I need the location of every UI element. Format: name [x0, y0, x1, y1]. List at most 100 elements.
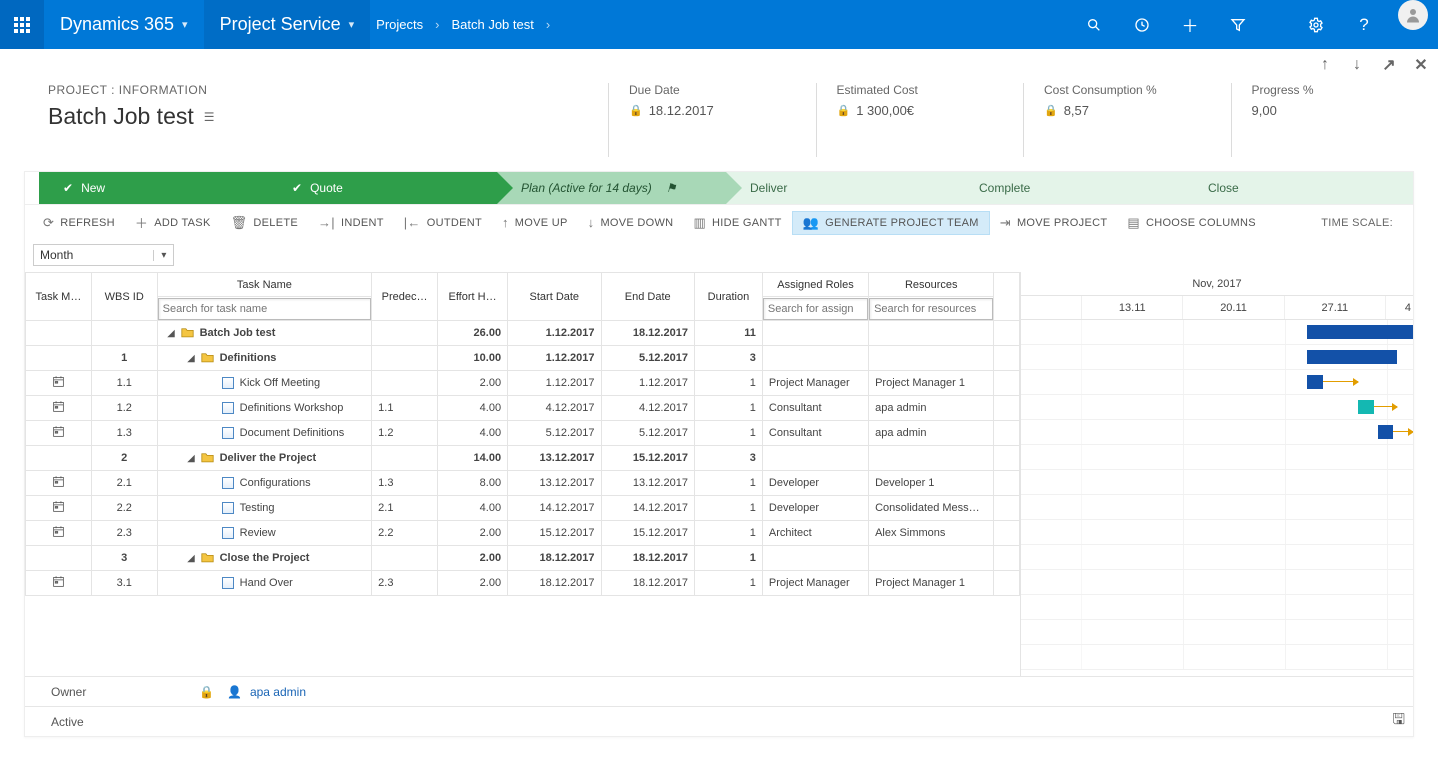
table-row[interactable]: 1.1Kick Off Meeting2.001.12.20171.12.201… [26, 371, 1020, 396]
table-row[interactable]: 1.2Definitions Workshop1.14.004.12.20174… [26, 396, 1020, 421]
cell-name[interactable]: ◢Deliver the Project [157, 446, 372, 471]
cell-name[interactable]: Testing [157, 496, 372, 521]
cell-name[interactable]: Kick Off Meeting [157, 371, 372, 396]
cell-roles[interactable] [762, 546, 868, 571]
refresh-button[interactable]: ⟳REFRESH [33, 211, 125, 235]
gantt-bar[interactable] [1358, 400, 1374, 414]
move-up-button[interactable]: ↑MOVE UP [492, 211, 578, 234]
col-resources[interactable]: Resources [869, 273, 994, 297]
cell-pred[interactable]: 1.1 [372, 396, 438, 421]
cell-resources[interactable]: Developer 1 [869, 471, 994, 496]
col-task-mode[interactable]: Task M… [26, 273, 92, 321]
collapse-icon[interactable]: ◢ [168, 328, 175, 339]
move-down-button[interactable]: ↓MOVE DOWN [578, 211, 684, 234]
cell-name[interactable]: Review [157, 521, 372, 546]
table-row[interactable]: 2.2Testing2.14.0014.12.201714.12.20171De… [26, 496, 1020, 521]
cell-start[interactable]: 1.12.2017 [508, 346, 601, 371]
cell-duration[interactable]: 1 [694, 571, 762, 596]
move-project-button[interactable]: ⇥MOVE PROJECT [990, 211, 1118, 235]
stage-plan[interactable]: Plan (Active for 14 days)⚑ [497, 172, 726, 204]
table-row[interactable]: 2.1Configurations1.38.0013.12.201713.12.… [26, 471, 1020, 496]
cell-pred[interactable]: 1.2 [372, 421, 438, 446]
cell-roles[interactable]: Architect [762, 521, 868, 546]
user-avatar[interactable] [1398, 0, 1428, 30]
search-task-name[interactable] [158, 298, 372, 320]
search-resources[interactable] [869, 298, 993, 320]
col-predecessors[interactable]: Predec… [372, 273, 438, 321]
hide-gantt-button[interactable]: ▥HIDE GANTT [683, 211, 791, 235]
cell-name[interactable]: ◢Definitions [157, 346, 372, 371]
cell-duration[interactable]: 3 [694, 446, 762, 471]
cell-effort[interactable]: 26.00 [438, 321, 508, 346]
cell-name[interactable]: ◢Close the Project [157, 546, 372, 571]
indent-button[interactable]: →|INDENT [308, 211, 394, 234]
collapse-icon[interactable]: ◢ [188, 453, 195, 464]
cell-roles[interactable]: Developer [762, 496, 868, 521]
cell-resources[interactable]: Alex Simmons [869, 521, 994, 546]
cell-pred[interactable]: 2.3 [372, 571, 438, 596]
gantt-bar[interactable] [1307, 325, 1413, 339]
filter-icon[interactable] [1214, 0, 1262, 49]
help-icon[interactable]: ? [1340, 0, 1388, 49]
cell-end[interactable]: 18.12.2017 [601, 321, 694, 346]
cell-duration[interactable]: 1 [694, 371, 762, 396]
stage-deliver[interactable]: Deliver [726, 172, 955, 204]
cell-resources[interactable]: Consolidated Mess… [869, 496, 994, 521]
cell-roles[interactable] [762, 346, 868, 371]
stage-close[interactable]: Close [1184, 172, 1413, 204]
add-task-button[interactable]: ＋ADD TASK [125, 209, 221, 236]
gantt-bar[interactable] [1378, 425, 1394, 439]
cell-effort[interactable]: 2.00 [438, 371, 508, 396]
table-row[interactable]: 1.3Document Definitions1.24.005.12.20175… [26, 421, 1020, 446]
cell-duration[interactable]: 1 [694, 496, 762, 521]
col-start[interactable]: Start Date [508, 273, 601, 321]
cell-roles[interactable]: Project Manager [762, 371, 868, 396]
cell-duration[interactable]: 1 [694, 396, 762, 421]
cell-name[interactable]: Configurations [157, 471, 372, 496]
col-end[interactable]: End Date [601, 273, 694, 321]
cell-resources[interactable] [869, 546, 994, 571]
cell-effort[interactable]: 4.00 [438, 421, 508, 446]
cell-end[interactable]: 5.12.2017 [601, 421, 694, 446]
cell-start[interactable]: 13.12.2017 [508, 446, 601, 471]
cell-pred[interactable]: 1.3 [372, 471, 438, 496]
col-wbs[interactable]: WBS ID [91, 273, 157, 321]
cell-effort[interactable]: 8.00 [438, 471, 508, 496]
cell-start[interactable]: 13.12.2017 [508, 471, 601, 496]
cell-effort[interactable]: 4.00 [438, 396, 508, 421]
table-row[interactable]: 3.1Hand Over2.32.0018.12.201718.12.20171… [26, 571, 1020, 596]
cell-start[interactable]: 14.12.2017 [508, 496, 601, 521]
cell-end[interactable]: 13.12.2017 [601, 471, 694, 496]
owner-link[interactable]: 👤 apa admin [227, 685, 306, 699]
cell-duration[interactable]: 3 [694, 346, 762, 371]
search-icon[interactable] [1070, 0, 1118, 49]
cell-effort[interactable]: 14.00 [438, 446, 508, 471]
cell-start[interactable]: 15.12.2017 [508, 521, 601, 546]
cell-roles[interactable] [762, 446, 868, 471]
collapse-icon[interactable]: ◢ [188, 353, 195, 364]
cell-resources[interactable]: apa admin [869, 421, 994, 446]
module-menu[interactable]: Project Service ▾ [204, 0, 371, 49]
cell-resources[interactable]: Project Manager 1 [869, 371, 994, 396]
form-selector-icon[interactable]: ☰ [204, 110, 215, 124]
collapse-icon[interactable]: ◢ [188, 553, 195, 564]
table-row[interactable]: ◢Batch Job test26.001.12.201718.12.20171… [26, 321, 1020, 346]
cell-pred[interactable] [372, 346, 438, 371]
cell-roles[interactable] [762, 321, 868, 346]
save-icon[interactable]: 🖫 [1392, 709, 1405, 734]
cell-effort[interactable]: 4.00 [438, 496, 508, 521]
choose-columns-button[interactable]: ▤CHOOSE COLUMNS [1117, 211, 1266, 235]
cell-end[interactable]: 4.12.2017 [601, 396, 694, 421]
cell-resources[interactable] [869, 321, 994, 346]
cell-name[interactable]: Hand Over [157, 571, 372, 596]
cell-end[interactable]: 5.12.2017 [601, 346, 694, 371]
cell-start[interactable]: 1.12.2017 [508, 321, 601, 346]
cell-end[interactable]: 15.12.2017 [601, 446, 694, 471]
cell-start[interactable]: 4.12.2017 [508, 396, 601, 421]
search-roles[interactable] [763, 298, 868, 320]
cell-pred[interactable] [372, 446, 438, 471]
cell-name[interactable]: Definitions Workshop [157, 396, 372, 421]
table-row[interactable]: 1◢Definitions10.001.12.20175.12.20173 [26, 346, 1020, 371]
table-row[interactable]: 2.3Review2.22.0015.12.201715.12.20171Arc… [26, 521, 1020, 546]
cell-name[interactable]: Document Definitions [157, 421, 372, 446]
